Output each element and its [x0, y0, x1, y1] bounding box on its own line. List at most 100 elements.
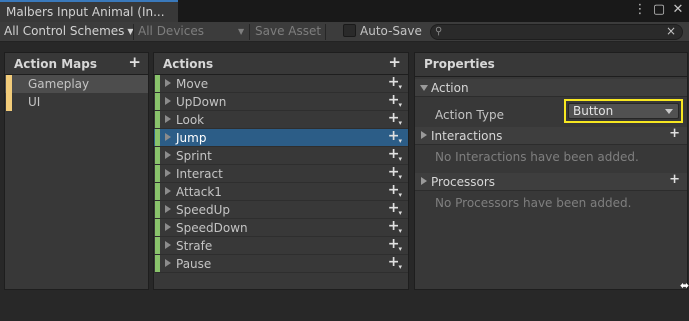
auto-save-label: Auto-Save — [360, 24, 422, 38]
auto-save-checkbox[interactable] — [343, 24, 356, 37]
expand-icon[interactable] — [165, 169, 171, 177]
maximize-icon[interactable]: ▢ — [652, 2, 666, 18]
interactions-section-label: Interactions — [431, 129, 503, 143]
expand-icon[interactable] — [165, 133, 171, 141]
action-item[interactable]: Look +▾ — [154, 110, 408, 129]
action-item[interactable]: Jump +▾ — [154, 128, 408, 147]
action-item[interactable]: SpeedDown +▾ — [154, 218, 408, 237]
toolbar-divider — [249, 24, 250, 40]
add-binding-icon[interactable]: +▾ — [388, 182, 403, 199]
action-label: Jump — [176, 131, 207, 145]
action-item[interactable]: SpeedUp +▾ — [154, 200, 408, 219]
action-marker — [155, 237, 160, 254]
action-section-header[interactable]: Action — [415, 79, 687, 97]
action-label: SpeedDown — [176, 221, 248, 235]
action-maps-header: Action Maps + — [5, 53, 148, 75]
add-binding-icon[interactable]: +▾ — [388, 254, 403, 271]
action-label: Strafe — [176, 239, 213, 253]
action-label: Sprint — [176, 149, 212, 163]
collapsed-icon — [421, 131, 427, 139]
processors-section-label: Processors — [431, 175, 496, 189]
action-map-marker — [6, 75, 12, 93]
interactions-section-header[interactable]: Interactions + — [415, 126, 687, 145]
action-label: Attack1 — [176, 185, 222, 199]
add-binding-icon[interactable]: +▾ — [388, 218, 403, 235]
properties-panel: Properties Action Action Type Button Int… — [414, 52, 688, 290]
action-marker — [155, 147, 160, 164]
actions-list: Move +▾ UpDown +▾ Look +▾ Jump +▾ Sprint +▾ Intera… — [154, 74, 408, 273]
control-schemes-dropdown[interactable]: All Control Schemes ▼ — [4, 22, 134, 42]
devices-dropdown[interactable]: All Devices ▼ — [138, 22, 244, 42]
action-map-marker — [6, 93, 12, 111]
interactions-empty-text: No Interactions have been added. — [435, 150, 639, 164]
action-maps-title: Action Maps — [14, 57, 97, 71]
add-binding-icon[interactable]: +▾ — [388, 200, 403, 217]
actions-panel: Actions + Move +▾ UpDown +▾ Look +▾ Jump +▾ Spri… — [153, 52, 409, 290]
chevron-down-icon — [665, 109, 673, 114]
action-map-label: UI — [28, 95, 41, 109]
expand-icon[interactable] — [165, 223, 171, 231]
toolbar-divider — [133, 24, 134, 40]
action-marker — [155, 165, 160, 182]
expand-icon[interactable] — [165, 241, 171, 249]
action-item[interactable]: UpDown +▾ — [154, 92, 408, 111]
expand-icon[interactable] — [165, 259, 171, 267]
expand-icon[interactable] — [165, 79, 171, 87]
devices-label: All Devices — [138, 24, 204, 38]
save-asset-button[interactable]: Save Asset — [255, 22, 321, 42]
action-label: Interact — [176, 167, 223, 181]
expand-icon[interactable] — [165, 115, 171, 123]
search-icon: ⚲ — [435, 26, 443, 37]
action-item[interactable]: Interact +▾ — [154, 164, 408, 183]
toolbar-divider — [325, 24, 326, 40]
processors-empty-text: No Processors have been added. — [435, 196, 632, 210]
processors-section-header[interactable]: Processors + — [415, 172, 687, 191]
control-schemes-label: All Control Schemes — [4, 24, 125, 38]
toolbar: All Control Schemes ▼ All Devices ▼ Save A… — [0, 22, 689, 42]
action-item[interactable]: Pause +▾ — [154, 254, 408, 273]
expand-icon[interactable] — [165, 151, 171, 159]
action-marker — [155, 255, 160, 272]
properties-header: Properties — [415, 53, 687, 77]
search-clear-icon[interactable]: × — [666, 24, 676, 38]
action-marker — [155, 201, 160, 218]
expand-icon[interactable] — [165, 187, 171, 195]
actions-header: Actions + — [154, 53, 408, 75]
add-binding-icon[interactable]: +▾ — [388, 74, 403, 91]
action-map-item[interactable]: UI — [5, 93, 148, 111]
search-input[interactable]: ⚲ × — [430, 24, 683, 40]
action-label: Look — [176, 113, 205, 127]
action-type-row: Action Type Button — [415, 99, 687, 127]
action-item[interactable]: Sprint +▾ — [154, 146, 408, 165]
add-action-map-icon[interactable]: + — [128, 53, 141, 71]
add-binding-icon[interactable]: +▾ — [388, 110, 403, 127]
window-titlebar: Malbers Input Animal (In... ⋮ ▢ ✕ — [0, 0, 689, 22]
more-icon[interactable]: ⋮ — [633, 2, 647, 18]
expand-icon[interactable] — [165, 205, 171, 213]
action-item[interactable]: Strafe +▾ — [154, 236, 408, 255]
add-interaction-icon[interactable]: + — [669, 126, 680, 141]
action-marker — [155, 183, 160, 200]
add-binding-icon[interactable]: +▾ — [388, 146, 403, 163]
add-action-icon[interactable]: + — [388, 53, 401, 71]
action-item[interactable]: Move +▾ — [154, 74, 408, 93]
window-tab[interactable]: Malbers Input Animal (In... — [0, 0, 178, 22]
add-binding-icon[interactable]: +▾ — [388, 164, 403, 181]
action-type-dropdown[interactable]: Button — [568, 103, 679, 119]
chevron-down-icon: ▼ — [237, 27, 245, 36]
add-processor-icon[interactable]: + — [669, 172, 680, 187]
expand-icon[interactable] — [165, 97, 171, 105]
action-type-highlight: Button — [564, 99, 683, 123]
action-item[interactable]: Attack1 +▾ — [154, 182, 408, 201]
add-binding-icon[interactable]: +▾ — [388, 236, 403, 253]
action-label: Move — [176, 77, 209, 91]
action-label: UpDown — [176, 95, 227, 109]
action-map-item[interactable]: Gameplay — [5, 75, 148, 93]
action-marker — [155, 219, 160, 236]
action-marker — [155, 111, 160, 128]
action-label: SpeedUp — [176, 203, 231, 217]
add-binding-icon[interactable]: +▾ — [388, 92, 403, 109]
add-binding-icon[interactable]: +▾ — [388, 128, 403, 145]
action-type-label: Action Type — [435, 108, 504, 122]
close-icon[interactable]: ✕ — [671, 2, 685, 18]
